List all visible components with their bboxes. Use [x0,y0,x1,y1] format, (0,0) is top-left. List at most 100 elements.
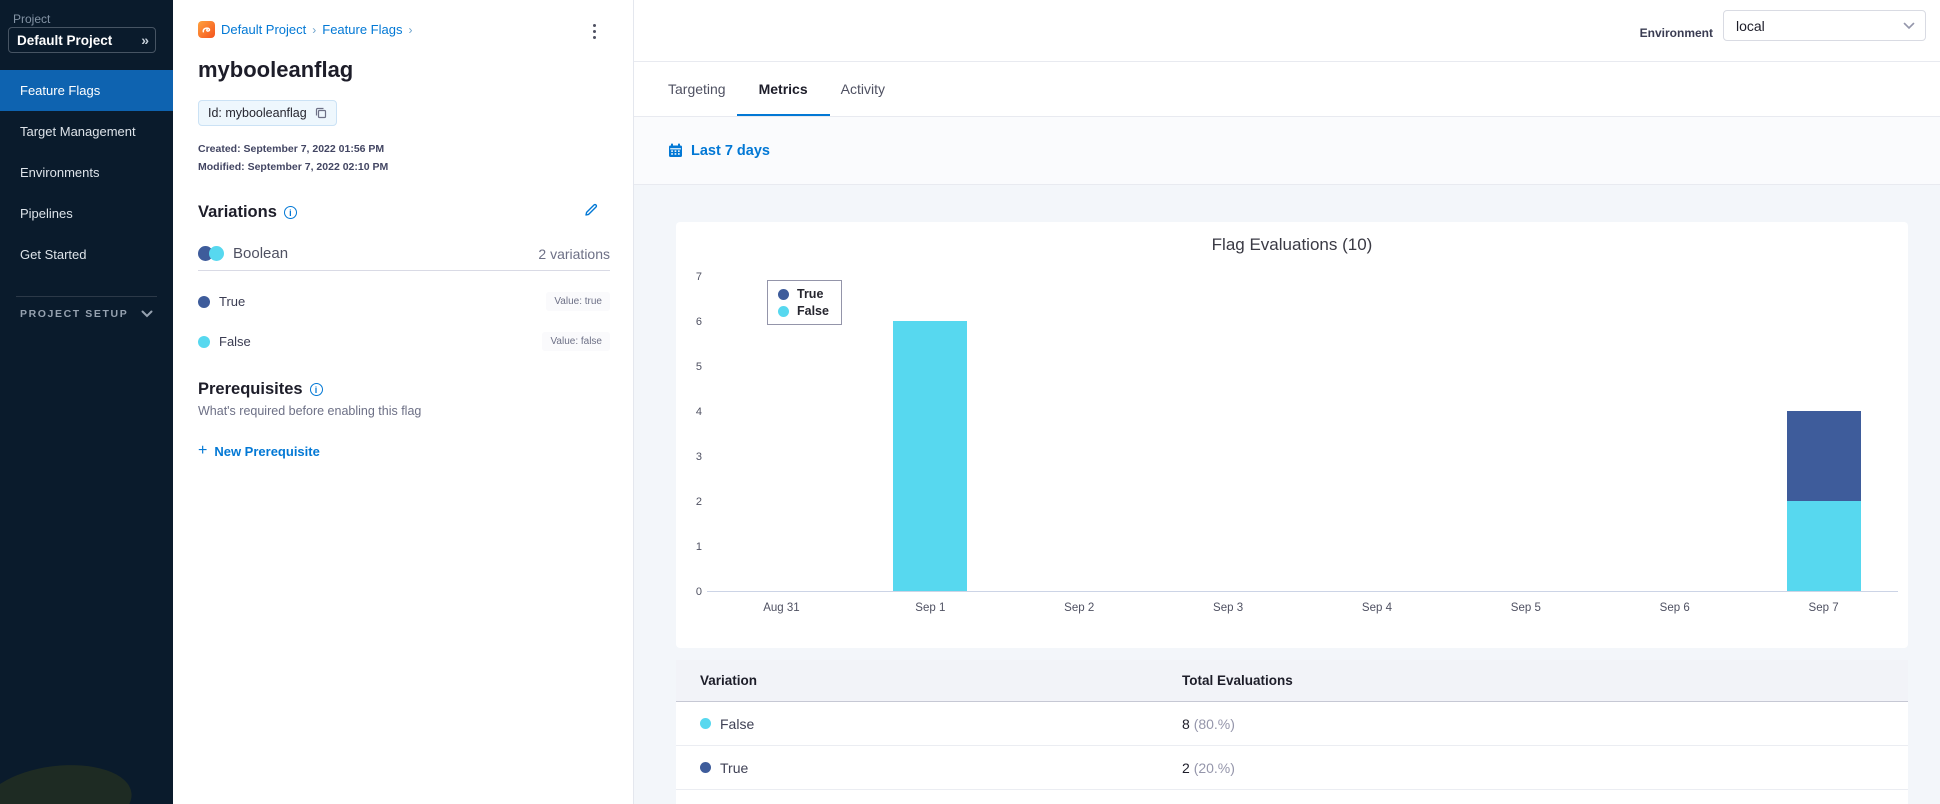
project-setup-section[interactable]: PROJECT SETUP [20,308,153,320]
divider [198,270,610,271]
table-cell-total: 8 (80.%) [1182,715,1235,732]
date-range-button[interactable]: Last 7 days [668,143,770,159]
breadcrumb-separator-icon: › [408,22,413,37]
feature-flags-logo-icon [198,21,215,38]
sidebar-nav: Feature Flags Target Management Environm… [0,70,173,275]
boolean-type-icon [198,245,224,262]
kebab-menu-icon[interactable] [585,20,603,42]
variation-value-badge: Value: true [546,292,610,311]
edit-variations-button[interactable] [583,202,599,223]
variations-title: Variations [198,203,277,221]
table-header: Variation Total Evaluations [676,660,1908,702]
tab-activity[interactable]: Activity [841,62,885,116]
bar-segment-false [893,321,968,591]
y-tick-label: 4 [695,406,702,418]
table-row[interactable]: True 2 (20.%) [676,746,1908,790]
chart-legend: True False [767,280,842,325]
x-tick-label: Sep 3 [1213,602,1244,614]
y-tick-label: 7 [695,271,702,283]
chart-plot [707,277,1898,592]
column-header-total-evaluations: Total Evaluations [1182,673,1293,688]
bar-segment-false [1786,501,1861,591]
info-icon[interactable]: i [309,383,323,396]
sidebar-item-environments[interactable]: Environments [0,152,173,193]
x-tick-label: Sep 5 [1510,602,1541,614]
table-row[interactable]: False 8 (80.%) [676,702,1908,746]
project-label: Project [13,12,51,26]
y-tick-label: 0 [695,586,702,598]
flag-title: mybooleanflag [198,57,354,82]
x-tick-label: Sep 1 [915,602,946,614]
project-setup-label: PROJECT SETUP [20,308,129,320]
sidebar-item-feature-flags[interactable]: Feature Flags [0,70,173,111]
y-tick-label: 5 [695,361,702,373]
legend-dot [778,288,789,300]
sidebar-divider [16,296,157,297]
variation-row-false: False Value: false [198,332,610,351]
project-selector[interactable]: Default Project » [8,27,156,53]
legend-label: True [797,287,824,301]
copy-icon[interactable] [315,107,327,119]
flag-detail-panel: Default Project › Feature Flags › mybool… [173,0,634,804]
breadcrumb: Default Project › Feature Flags › [198,21,412,38]
legend-dot [778,305,789,317]
breadcrumb-separator-icon: › [312,22,317,37]
flag-evaluations-chart: Flag Evaluations (10) 0 1 2 3 4 5 6 7 Aug 31 Sep… [676,222,1908,648]
prerequisites-title: Prerequisites [198,380,303,398]
y-tick-label: 2 [695,496,702,508]
tab-metrics[interactable]: Metrics [736,62,830,116]
variation-false-dot [198,335,210,348]
bar-segment-true [1786,411,1861,501]
tab-targeting[interactable]: Targeting [668,62,726,116]
calendar-icon [669,143,682,157]
variation-true-dot [700,762,711,773]
project-selector-value: Default Project [17,32,113,48]
x-tick-label: Sep 2 [1064,602,1095,614]
variation-row-true: True Value: true [198,292,610,311]
prerequisites-description: What's required before enabling this fla… [198,404,422,418]
x-tick-label: Sep 4 [1361,602,1392,614]
variations-heading: Variations i [198,203,297,222]
new-prerequisite-button[interactable]: + New Prerequisite [198,442,320,460]
environment-select[interactable]: local [1723,10,1926,41]
info-icon[interactable]: i [283,206,297,219]
variation-true-dot [198,295,210,308]
plus-icon: + [198,442,208,459]
date-filter-band: Last 7 days [634,117,1940,185]
double-chevron-right-icon: » [141,32,149,48]
breadcrumb-link-feature-flags[interactable]: Feature Flags [322,22,402,37]
table-cell-variation: False [720,715,755,732]
environment-value: local [1736,17,1765,34]
sidebar-item-get-started[interactable]: Get Started [0,234,173,275]
chevron-down-icon [141,310,153,318]
legend-label: False [797,304,829,318]
y-tick-label: 1 [695,541,702,553]
sidebar-item-target-management[interactable]: Target Management [0,111,173,152]
decorative-blob [0,757,136,804]
flag-id-text: Id: mybooleanflag [208,106,307,120]
table-cell-total: 2 (20.%) [1182,759,1235,776]
column-header-variation: Variation [700,673,758,688]
y-tick-label: 6 [695,316,702,328]
created-timestamp: Created: September 7, 2022 01:56 PM [198,143,385,155]
chart-x-labels: Aug 31 Sep 1 Sep 2 Sep 3 Sep 4 Sep 5 Sep 6 Sep … [707,602,1898,618]
flag-id-chip: Id: mybooleanflag [198,100,337,126]
tab-bar: Targeting Metrics Activity [634,62,1940,117]
chart-y-ticks: 0 1 2 3 4 5 6 7 [676,271,702,598]
modified-timestamp: Modified: September 7, 2022 02:10 PM [198,161,389,173]
environment-header: Environment local [634,0,1940,62]
sidebar-item-pipelines[interactable]: Pipelines [0,193,173,234]
variation-type-label: Boolean [233,245,289,262]
legend-item: True [778,287,829,301]
chart-title: Flag Evaluations (10) [1211,235,1373,254]
variation-type-row: Boolean 2 variations [198,245,610,262]
prerequisites-heading: Prerequisites i [198,380,323,399]
x-tick-label: Sep 7 [1808,602,1839,614]
y-tick-label: 3 [695,451,702,463]
breadcrumb-link-default-project[interactable]: Default Project [221,22,306,37]
date-range-label: Last 7 days [691,142,770,159]
environment-label: Environment [1639,25,1713,40]
sidebar: Project Default Project » Feature Flags … [0,0,173,804]
variation-value-badge: Value: false [542,332,610,351]
main-content: Environment local Targeting Metrics Acti… [634,0,1940,804]
